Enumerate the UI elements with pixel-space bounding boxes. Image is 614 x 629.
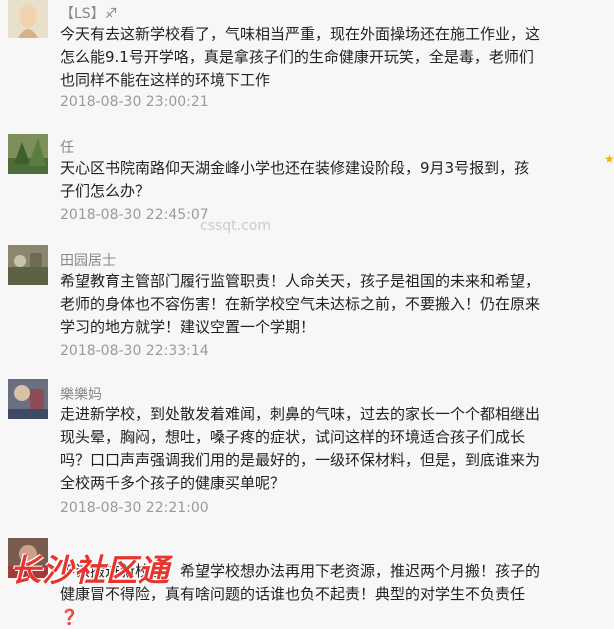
comment-author[interactable]: 田园居士 — [60, 250, 116, 270]
comment-text: 今天有去这新学校看了，气味相当严重，现在外面操场还在施工作业，这怎么能9.1号开… — [60, 25, 541, 89]
comment-author[interactable]: 任 — [60, 137, 74, 157]
comment-author[interactable]: 樂樂妈 — [60, 384, 102, 404]
comment-item: 田园居士 希望教育主管部门履行监管职责！人命关天，孩子是祖国的未来和希望，老师的… — [0, 238, 614, 377]
comment-text: 天心区书院南路仰天湖金峰小学也还在装修建设阶段，9月3号报到，孩子们怎么办？ — [60, 159, 530, 200]
comment-text: 走进新学校，到处散发着难闻，刺鼻的气味，过去的家长一个个都相继出现头晕，胸闷，想… — [60, 405, 541, 492]
question-mark-icon: ❓ — [60, 608, 79, 626]
avatar-image-icon — [8, 245, 48, 285]
watermark-logo: 长沙社区通 — [10, 553, 170, 589]
comment-time: 2018-08-30 23:00:21 — [60, 94, 209, 110]
avatar[interactable] — [8, 245, 48, 285]
comment-time: 2018-08-30 22:33:14 — [60, 343, 209, 359]
avatar-image-icon — [8, 0, 48, 38]
avatar-image-icon — [8, 134, 48, 174]
avatar[interactable] — [8, 379, 48, 419]
watermark-url: cssqt.com — [200, 218, 272, 234]
star-icon: ★ — [604, 152, 614, 166]
comment-text: 希望教育主管部门履行监管职责！人命关天，孩子是祖国的未来和希望，老师的身体也不容… — [60, 272, 541, 336]
comment-time: 2018-08-30 22:45:07 — [60, 207, 209, 223]
comment-time: 2018-08-30 22:21:00 — [60, 500, 209, 516]
avatar[interactable] — [8, 0, 48, 38]
comment-author[interactable]: 【LS】♐ — [60, 3, 117, 23]
avatar[interactable] — [8, 134, 48, 174]
comment-item: 任 天心区书院南路仰天湖金峰小学也还在装修建设阶段，9月3号报到，孩子们怎么办？… — [0, 127, 614, 239]
comment-item: 【LS】♐ 今天有去这新学校看了，气味相当严重，现在外面操场还在施工作业，这怎么… — [0, 0, 614, 128]
avatar-image-icon — [8, 379, 48, 419]
comment-item: 樂樂妈 走进新学校，到处散发着难闻，刺鼻的气味，过去的家长一个个都相继出现头晕，… — [0, 376, 614, 531]
